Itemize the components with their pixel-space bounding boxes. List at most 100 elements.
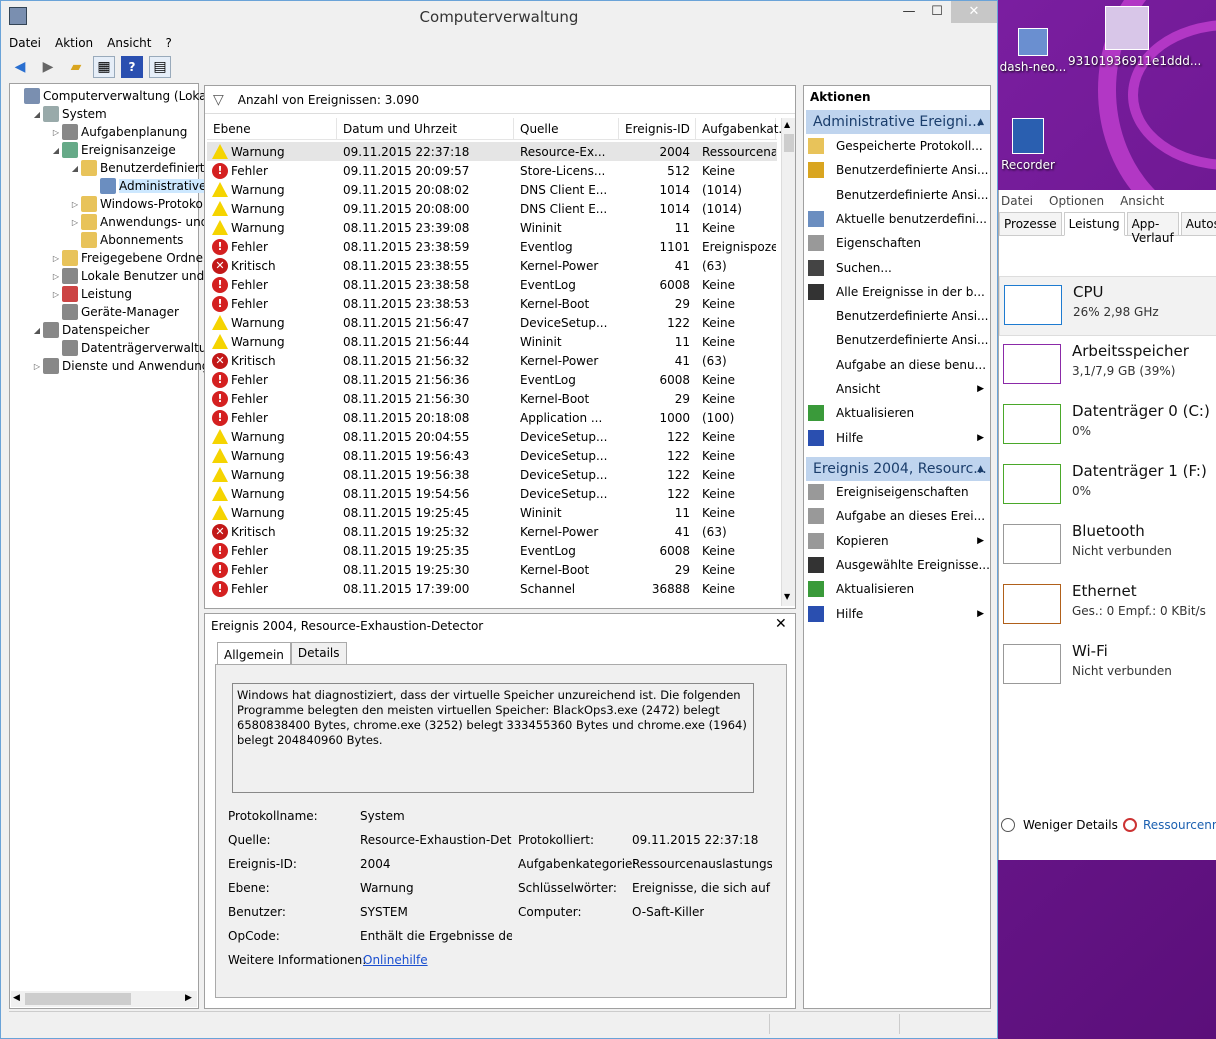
event-row[interactable]: Warnung 09.11.2015 22:37:18 Resource-Ex.… (207, 142, 777, 161)
tree-node[interactable]: Datenträgerverwaltung (50, 339, 222, 357)
tree-node[interactable]: Computerverwaltung (Lokal) (12, 87, 215, 105)
event-row[interactable]: ! Fehler 08.11.2015 21:56:36 EventLog 600… (207, 370, 777, 389)
expand-icon[interactable]: ▷ (69, 218, 81, 227)
tm-tab[interactable]: Leistung (1063, 212, 1125, 236)
tree-node[interactable]: ▷ Windows-Protokolle (69, 195, 217, 213)
back-arrow-icon[interactable]: ◀ (9, 56, 31, 78)
close-detail-icon[interactable]: ✕ (775, 616, 787, 632)
event-row[interactable]: Warnung 08.11.2015 21:56:47 DeviceSetup.… (207, 313, 777, 332)
menu-item-0[interactable]: Datei (9, 36, 41, 50)
action-item[interactable]: Kopieren ▶ (808, 530, 988, 552)
scroll-down-icon[interactable]: ▼ (784, 592, 790, 601)
menu-item-1[interactable]: Aktion (55, 36, 93, 50)
show-hide-action-pane-icon[interactable]: ▤ (149, 56, 171, 78)
help-icon[interactable]: ? (121, 56, 143, 78)
event-row[interactable]: Warnung 08.11.2015 20:04:55 DeviceSetup.… (207, 427, 777, 446)
tree-node[interactable]: ◢ System (31, 105, 107, 123)
desktop-icon-dash[interactable]: dash-neo... (998, 28, 1068, 74)
action-item[interactable]: Hilfe ▶ (808, 427, 988, 449)
tree-node[interactable]: ▷ Dienste und Anwendungen (31, 357, 224, 375)
expand-icon[interactable]: ◢ (50, 146, 62, 155)
tm-resource-item[interactable]: Ethernet Ges.: 0 Empf.: 0 KBit/s (999, 576, 1216, 636)
up-folder-icon[interactable]: ▰ (65, 56, 87, 78)
action-item[interactable]: Alle Ereignisse in der b... (808, 281, 988, 303)
expand-icon[interactable]: ▷ (31, 362, 43, 371)
tm-resource-item[interactable]: CPU 26% 2,98 GHz (999, 276, 1216, 336)
action-item[interactable]: Eigenschaften (808, 232, 988, 254)
tm-resource-item[interactable]: Wi-Fi Nicht verbunden (999, 636, 1216, 696)
action-item[interactable]: Benutzerdefinierte Ansi... (808, 305, 989, 327)
event-row[interactable]: ! Fehler 08.11.2015 19:25:35 EventLog 600… (207, 541, 777, 560)
menu-item-2[interactable]: Ansicht (107, 36, 151, 50)
event-row[interactable]: Warnung 09.11.2015 20:08:00 DNS Client E… (207, 199, 777, 218)
event-row[interactable]: ✕ Kritisch 08.11.2015 21:56:32 Kernel-Pow… (207, 351, 777, 370)
show-hide-tree-icon[interactable]: ▦ (93, 56, 115, 78)
expand-icon[interactable]: ▷ (50, 254, 62, 263)
tm-resource-item[interactable]: Datenträger 0 (C:) 0% (999, 396, 1216, 456)
expand-icon[interactable]: ◢ (69, 164, 81, 173)
action-item[interactable]: Aktualisieren (808, 578, 988, 600)
event-row[interactable]: Warnung 08.11.2015 19:56:38 DeviceSetup.… (207, 465, 777, 484)
tm-tab[interactable]: Autos (1180, 212, 1216, 235)
action-item[interactable]: Ansicht ▶ (808, 378, 988, 400)
tree-node[interactable]: ▷ Freigegebene Ordner (50, 249, 208, 267)
action-item[interactable]: Aufgabe an diese benu... (808, 354, 988, 376)
close-button[interactable]: ✕ (951, 1, 997, 23)
action-item[interactable]: Suchen... (808, 257, 988, 279)
tm-menu-item[interactable]: Ansicht (1120, 194, 1164, 208)
tm-menu-item[interactable]: Optionen (1049, 194, 1104, 208)
event-row[interactable]: Warnung 08.11.2015 21:56:44 Wininit 11 K… (207, 332, 777, 351)
scroll-thumb[interactable] (784, 134, 794, 152)
column-header[interactable]: Ereignis-ID (619, 118, 696, 139)
tree-node[interactable]: Abonnements (69, 231, 183, 249)
event-row[interactable]: ! Fehler 08.11.2015 21:56:30 Kernel-Boot … (207, 389, 777, 408)
forward-arrow-icon[interactable]: ▶ (37, 56, 59, 78)
event-row[interactable]: ! Fehler 08.11.2015 23:38:59 Eventlog 110… (207, 237, 777, 256)
event-row[interactable]: ✕ Kritisch 08.11.2015 23:38:55 Kernel-Pow… (207, 256, 777, 275)
tm-tab[interactable]: Prozesse (999, 212, 1062, 235)
resource-monitor-link[interactable]: Ressourcenmo (1123, 818, 1216, 832)
event-row[interactable]: ! Fehler 08.11.2015 20:18:08 Application … (207, 408, 777, 427)
expand-icon[interactable]: ▷ (50, 290, 62, 299)
expand-icon[interactable]: ◢ (31, 110, 43, 119)
column-header[interactable]: Ebene (207, 118, 337, 139)
event-row[interactable]: ! Fehler 08.11.2015 17:39:00 Schannel 368… (207, 579, 777, 598)
actions-section-event[interactable]: Ereignis 2004, Resourc... ▲ (806, 457, 990, 481)
tab-allgemein[interactable]: Allgemein (217, 642, 291, 665)
scroll-thumb[interactable] (25, 993, 131, 1005)
desktop-icon-recorder[interactable]: Recorder (998, 118, 1058, 172)
tm-tab[interactable]: App-Verlauf (1126, 212, 1179, 245)
scroll-right-icon[interactable]: ▶ (185, 993, 192, 1003)
tree-node[interactable]: ◢ Datenspeicher (31, 321, 149, 339)
menu-item-3[interactable]: ? (165, 36, 171, 50)
tm-resource-item[interactable]: Arbeitsspeicher 3,1/7,9 GB (39%) (999, 336, 1216, 396)
tree-node[interactable]: ▷ Leistung (50, 285, 132, 303)
action-item[interactable]: Ausgewählte Ereignisse... (808, 554, 990, 576)
action-item[interactable]: Benutzerdefinierte Ansi... (808, 159, 989, 181)
expand-icon[interactable]: ▷ (50, 128, 62, 137)
title-bar[interactable]: Computerverwaltung — ☐ ✕ (1, 1, 997, 33)
expand-icon[interactable]: ▷ (50, 272, 62, 281)
expand-icon[interactable]: ◢ (31, 326, 43, 335)
online-help-link[interactable]: Onlinehilfe (363, 953, 428, 967)
event-message-text[interactable]: Windows hat diagnostiziert, dass der vir… (232, 683, 754, 793)
action-item[interactable]: Aufgabe an dieses Erei... (808, 505, 988, 527)
event-row[interactable]: ! Fehler 08.11.2015 19:25:30 Kernel-Boot … (207, 560, 777, 579)
tree-node[interactable]: ▷ Anwendungs- und D (69, 213, 221, 231)
tree-node[interactable]: ▷ Lokale Benutzer und Gr (50, 267, 222, 285)
tree-node[interactable]: Geräte-Manager (50, 303, 179, 321)
column-header[interactable]: Quelle (514, 118, 619, 139)
scroll-up-icon[interactable]: ▲ (784, 120, 790, 129)
scroll-left-icon[interactable]: ◀ (13, 993, 20, 1003)
action-item[interactable]: Benutzerdefinierte Ansi... (808, 329, 989, 351)
action-item[interactable]: Aktualisieren (808, 402, 988, 424)
event-row[interactable]: Warnung 08.11.2015 23:39:08 Wininit 11 K… (207, 218, 777, 237)
event-row[interactable]: Warnung 08.11.2015 19:56:43 DeviceSetup.… (207, 446, 777, 465)
event-row[interactable]: Warnung 09.11.2015 20:08:02 DNS Client E… (207, 180, 777, 199)
event-row[interactable]: ✕ Kritisch 08.11.2015 19:25:32 Kernel-Pow… (207, 522, 777, 541)
action-item[interactable]: Aktuelle benutzerdefini... (808, 208, 988, 230)
event-list-scrollbar[interactable]: ▲ ▼ (781, 118, 795, 606)
event-row[interactable]: Warnung 08.11.2015 19:54:56 DeviceSetup.… (207, 484, 777, 503)
tm-resource-item[interactable]: Bluetooth Nicht verbunden (999, 516, 1216, 576)
action-item[interactable]: Ereigniseigenschaften (808, 481, 988, 503)
